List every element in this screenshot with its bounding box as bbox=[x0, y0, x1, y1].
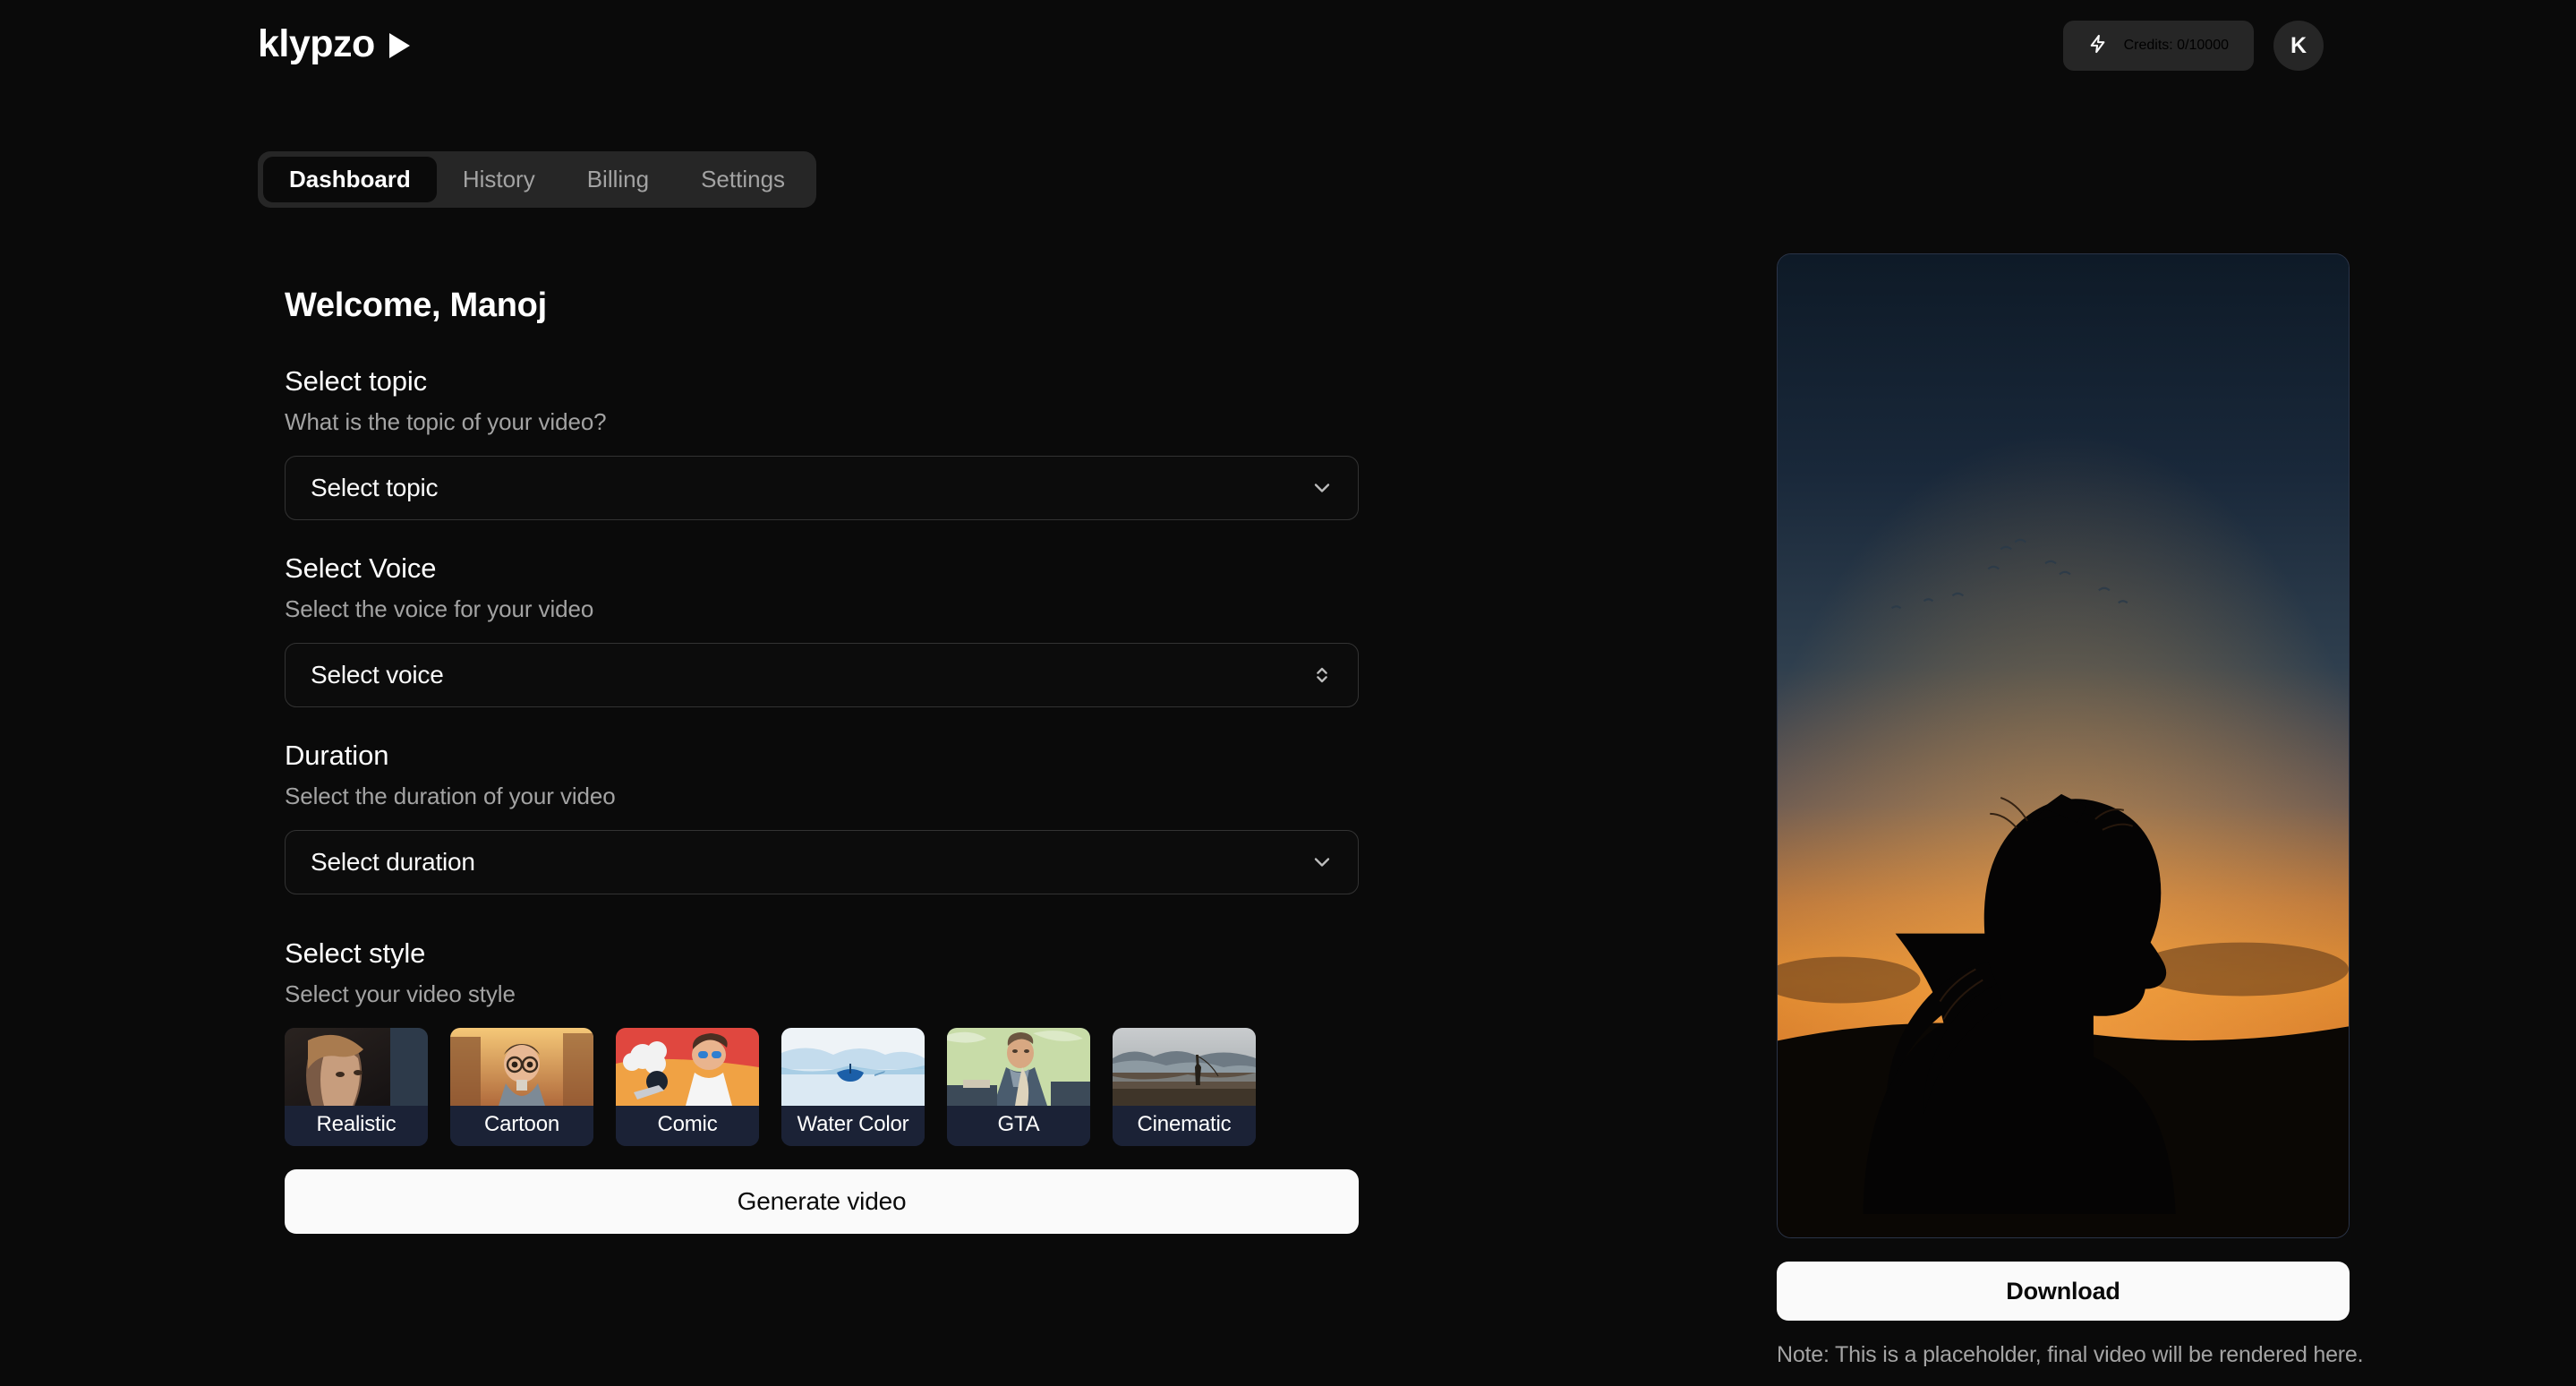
tab-billing[interactable]: Billing bbox=[561, 157, 675, 202]
style-thumbnail-cartoon bbox=[450, 1028, 593, 1106]
duration-select[interactable]: Select duration bbox=[285, 830, 1359, 894]
field-topic: Select topic What is the topic of your v… bbox=[285, 365, 1359, 520]
style-label: Cartoon bbox=[450, 1106, 593, 1146]
topic-select[interactable]: Select topic bbox=[285, 456, 1359, 520]
video-preview-panel: Download Note: This is a placeholder, fi… bbox=[1777, 253, 2364, 1368]
style-options: Realistic Cartoon Comic Water Color GTA … bbox=[285, 1028, 1359, 1146]
app-header: klypzo Credits: 0/10000 K bbox=[0, 0, 2576, 98]
voice-select-value: Select voice bbox=[311, 661, 444, 689]
download-button[interactable]: Download bbox=[1777, 1262, 2350, 1321]
chevron-down-icon bbox=[1309, 850, 1335, 875]
avatar-initial: K bbox=[2290, 32, 2307, 58]
header-actions: Credits: 0/10000 K bbox=[2062, 21, 2324, 71]
chevrons-up-down-icon bbox=[1309, 663, 1335, 688]
style-thumbnail-watercolor bbox=[781, 1028, 925, 1106]
style-label: Water Color bbox=[781, 1106, 925, 1146]
tab-dashboard[interactable]: Dashboard bbox=[263, 157, 437, 202]
style-title: Select style bbox=[285, 937, 426, 969]
style-subtitle: Select your video style bbox=[285, 980, 516, 1007]
topic-title: Select topic bbox=[285, 365, 428, 397]
chevron-down-icon bbox=[1309, 475, 1335, 500]
duration-subtitle: Select the duration of your video bbox=[285, 783, 616, 809]
style-thumbnail-realistic bbox=[285, 1028, 428, 1106]
avatar[interactable]: K bbox=[2273, 21, 2324, 71]
field-style: Select style Select your video style Rea… bbox=[285, 937, 1359, 1146]
play-triangle-icon bbox=[388, 32, 410, 58]
style-card-comic[interactable]: Comic bbox=[616, 1028, 759, 1146]
voice-subtitle: Select the voice for your video bbox=[285, 595, 594, 622]
main-tabs: Dashboard History Billing Settings bbox=[258, 151, 817, 208]
style-label: Realistic bbox=[285, 1106, 428, 1146]
lightning-bolt-icon bbox=[2088, 34, 2108, 57]
credits-label: Credits: 0/10000 bbox=[2123, 38, 2229, 53]
topic-subtitle: What is the topic of your video? bbox=[285, 408, 607, 435]
style-card-watercolor[interactable]: Water Color bbox=[781, 1028, 925, 1146]
logo-text: klypzo bbox=[258, 22, 375, 65]
style-label: Comic bbox=[616, 1106, 759, 1146]
credits-badge[interactable]: Credits: 0/10000 bbox=[2062, 21, 2254, 71]
tab-settings[interactable]: Settings bbox=[675, 157, 811, 202]
style-label: Cinematic bbox=[1113, 1106, 1256, 1146]
app-logo[interactable]: klypzo bbox=[258, 25, 410, 64]
field-duration: Duration Select the duration of your vid… bbox=[285, 740, 1359, 894]
video-form: Welcome, Manoj Select topic What is the … bbox=[285, 287, 1359, 1234]
video-preview-image bbox=[1778, 254, 2349, 1237]
style-thumbnail-gta bbox=[947, 1028, 1090, 1106]
tab-history[interactable]: History bbox=[437, 157, 561, 202]
style-card-cinematic[interactable]: Cinematic bbox=[1113, 1028, 1256, 1146]
duration-title: Duration bbox=[285, 740, 389, 771]
field-voice: Select Voice Select the voice for your v… bbox=[285, 552, 1359, 707]
generate-video-button[interactable]: Generate video bbox=[285, 1169, 1359, 1234]
page-title: Welcome, Manoj bbox=[285, 287, 547, 324]
voice-title: Select Voice bbox=[285, 552, 437, 584]
style-card-realistic[interactable]: Realistic bbox=[285, 1028, 428, 1146]
style-thumbnail-cinematic bbox=[1113, 1028, 1256, 1106]
topic-select-value: Select topic bbox=[311, 474, 439, 501]
style-card-gta[interactable]: GTA bbox=[947, 1028, 1090, 1146]
style-thumbnail-comic bbox=[616, 1028, 759, 1106]
style-card-cartoon[interactable]: Cartoon bbox=[450, 1028, 593, 1146]
video-preview[interactable] bbox=[1777, 253, 2350, 1238]
duration-select-value: Select duration bbox=[311, 848, 475, 876]
voice-select[interactable]: Select voice bbox=[285, 643, 1359, 707]
preview-note: Note: This is a placeholder, final video… bbox=[1777, 1342, 2364, 1367]
style-label: GTA bbox=[947, 1106, 1090, 1146]
